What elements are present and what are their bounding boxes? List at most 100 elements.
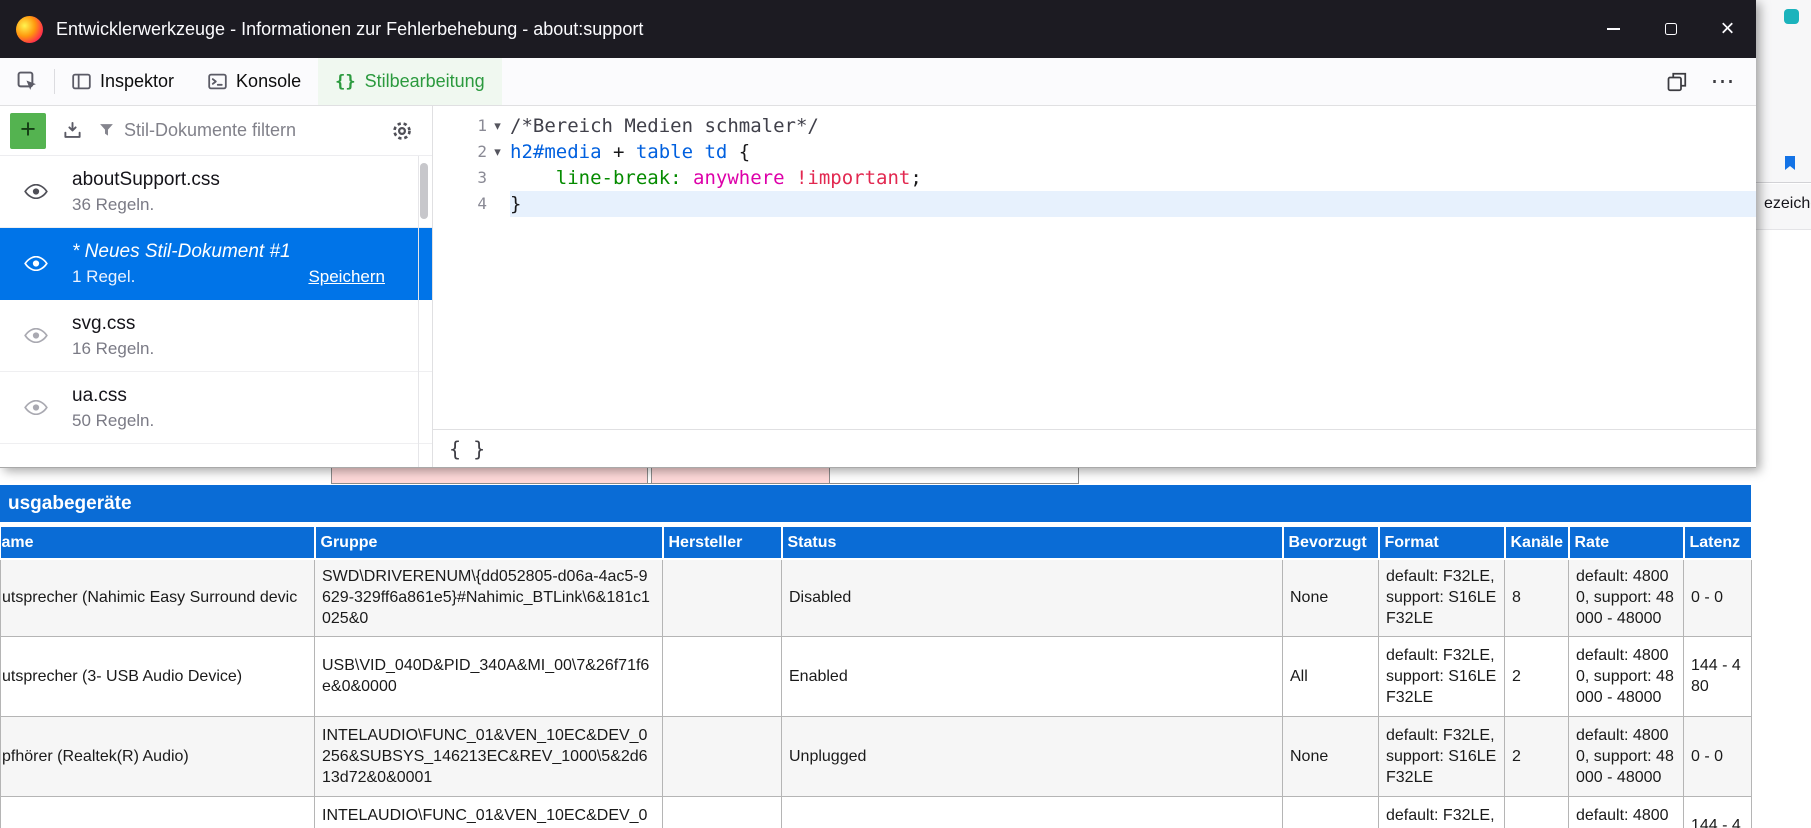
tab-konsole[interactable]: Konsole [191, 58, 318, 105]
new-stylesheet-button[interactable]: + [10, 113, 46, 149]
firefox-logo-icon [16, 16, 43, 43]
at-rules-footer: { } [433, 429, 1756, 467]
table-row: utsprecher (3- USB Audio Device) USB\VID… [1, 636, 1752, 716]
filter-input[interactable] [124, 120, 371, 141]
fold-arrow-icon[interactable]: ▾ [490, 139, 505, 165]
gear-icon [392, 121, 412, 141]
code-text[interactable]: /*Bereich Medien schmaler*/ [510, 113, 1756, 139]
window-titlebar[interactable]: Entwicklerwerkzeuge - Informationen zur … [0, 0, 1756, 58]
stylesheet-info: aboutSupport.css 36 Regeln. [59, 169, 432, 215]
bookmark-label[interactable]: ezeiche [1764, 195, 1811, 213]
stylesheet-rule-count: 16 Regeln. [72, 339, 154, 359]
table-cell: SWD\DRIVERENUM\{dd052805-d06a-4ac5-9629-… [315, 559, 663, 636]
devtools-tabbar: Inspektor Konsole {} Stilbearbeitung ⋯ [0, 58, 1756, 106]
table-cell: 0 - 0 [1684, 559, 1752, 636]
sidebar-scrollbar-thumb[interactable] [420, 163, 428, 219]
table-cell: USB\VID_040D&PID_340A&MI_00\7&26f71f6e&0… [315, 636, 663, 716]
code-token: ; [910, 167, 921, 189]
table-cell: default: F32LE, support: S16LE F32LE [1379, 796, 1505, 828]
window-title: Entwicklerwerkzeuge - Informationen zur … [56, 19, 643, 40]
maximize-icon [1665, 23, 1677, 35]
minimize-button[interactable] [1585, 0, 1642, 58]
visibility-eye-icon[interactable] [13, 328, 59, 343]
tab-stilbearbeitung[interactable]: {} Stilbearbeitung [318, 58, 502, 105]
stylesheet-item-svg[interactable]: svg.css 16 Regeln. [0, 300, 432, 372]
visibility-eye-icon[interactable] [13, 184, 59, 199]
devtools-toolbar-right: ⋯ [1654, 58, 1756, 105]
line-gutter: 4 [433, 191, 510, 217]
code-token: table td [636, 141, 728, 163]
table-cell: 2 [1505, 796, 1569, 828]
code-token: { [727, 141, 750, 163]
table-cell [663, 559, 782, 636]
code-line: 1 ▾ /*Bereich Medien schmaler*/ [433, 113, 1756, 139]
fold-arrow-icon[interactable]: ▾ [490, 113, 505, 139]
stylesheet-item-ua[interactable]: ua.css 50 Regeln. [0, 372, 432, 444]
save-stylesheet-link[interactable]: Speichern [308, 267, 385, 287]
column-header-bevorzugt: Bevorzugt [1283, 526, 1379, 559]
code-token: /*Bereich Medien schmaler*/ [510, 115, 819, 137]
stylesheet-item-mathml[interactable]: mathml.css [0, 444, 432, 467]
table-cell: INTELAUDIO\FUNC_01&VEN_10EC&DEV_0256&SUB… [315, 716, 663, 796]
filter-funnel-icon [98, 122, 115, 139]
close-button[interactable]: × [1699, 0, 1756, 58]
stylesheet-rule-count: 1 Regel. [72, 267, 135, 287]
table-cell: Disabled [782, 559, 1283, 636]
node-picker-button[interactable] [0, 58, 54, 105]
meatball-menu-button[interactable]: ⋯ [1700, 58, 1746, 105]
visibility-eye-icon[interactable] [13, 256, 59, 271]
table-cell: INTELAUDIO\FUNC_01&VEN_10EC&DEV_0256&SUB… [315, 796, 663, 828]
table-cell: None [1283, 796, 1379, 828]
line-number: 4 [477, 191, 487, 217]
maximize-button[interactable] [1642, 0, 1699, 58]
stylesheet-name: aboutSupport.css [72, 169, 432, 191]
stylesheet-item-aboutsupport[interactable]: aboutSupport.css 36 Regeln. [0, 156, 432, 228]
section-heading-audio-output: usgabegeräte [0, 485, 1751, 522]
css-source-editor: 1 ▾ /*Bereich Medien schmaler*/ 2 ▾ h2#m… [433, 106, 1756, 467]
table-cell: default: 48000, support: 48000 - 48000 [1569, 796, 1684, 828]
line-gutter: 2 ▾ [433, 139, 510, 165]
tab-inspektor[interactable]: Inspektor [55, 58, 191, 105]
stylesheet-name: ua.css [72, 385, 432, 407]
column-header-rate: Rate [1569, 526, 1684, 559]
code-text[interactable]: h2#media + table td { [510, 139, 1756, 165]
column-header-gruppe: Gruppe [315, 526, 663, 559]
line-gutter: 1 ▾ [433, 113, 510, 139]
code-token: + [602, 141, 636, 163]
separate-window-button[interactable] [1654, 58, 1700, 105]
separate-window-icon [1667, 72, 1687, 92]
code-token: h2#media [510, 141, 602, 163]
import-stylesheet-button[interactable] [57, 113, 87, 149]
code-editor-surface[interactable]: 1 ▾ /*Bereich Medien schmaler*/ 2 ▾ h2#m… [433, 106, 1756, 429]
column-header-latenz: Latenz [1684, 526, 1752, 559]
stylesheet-info: * Neues Stil-Dokument #1 1 Regel. Speich… [59, 241, 432, 287]
bookmark-icon[interactable] [1782, 155, 1798, 171]
code-text[interactable]: line-break: anywhere !important; [510, 165, 1756, 191]
console-icon [208, 72, 227, 91]
table-row: pfhörer (Realtek(R) Audio) INTELAUDIO\FU… [1, 716, 1752, 796]
code-token: anywhere [682, 167, 785, 189]
import-icon [63, 121, 82, 140]
tab-label: Inspektor [100, 71, 174, 92]
table-cell: Unplugged [782, 716, 1283, 796]
style-editor-panel: + [0, 106, 1756, 467]
filter-field [98, 120, 371, 141]
visibility-eye-icon[interactable] [13, 400, 59, 415]
meatball-menu-icon: ⋯ [1711, 70, 1736, 94]
stylesheet-item-new-document[interactable]: * Neues Stil-Dokument #1 1 Regel. Speich… [0, 228, 432, 300]
pink-cell [332, 468, 648, 483]
table-cell: Enabled [782, 636, 1283, 716]
plus-icon: + [20, 116, 36, 143]
options-button[interactable] [382, 113, 422, 149]
code-text[interactable]: } [510, 191, 1756, 217]
tab-label: Stilbearbeitung [365, 71, 485, 92]
table-header-row: ame Gruppe Hersteller Status Bevorzugt F… [1, 526, 1752, 559]
table-cell: 144 - 480 [1684, 636, 1752, 716]
table-cell: utsprecher (3- USB Audio Device) [1, 636, 315, 716]
minimize-icon [1607, 28, 1620, 30]
code-token: !important [785, 167, 911, 189]
at-rules-braces-icon[interactable]: { } [449, 437, 485, 461]
line-number: 1 [477, 113, 487, 139]
stylesheet-info: svg.css 16 Regeln. [59, 313, 432, 359]
code-line: 3 line-break: anywhere !important; [433, 165, 1756, 191]
